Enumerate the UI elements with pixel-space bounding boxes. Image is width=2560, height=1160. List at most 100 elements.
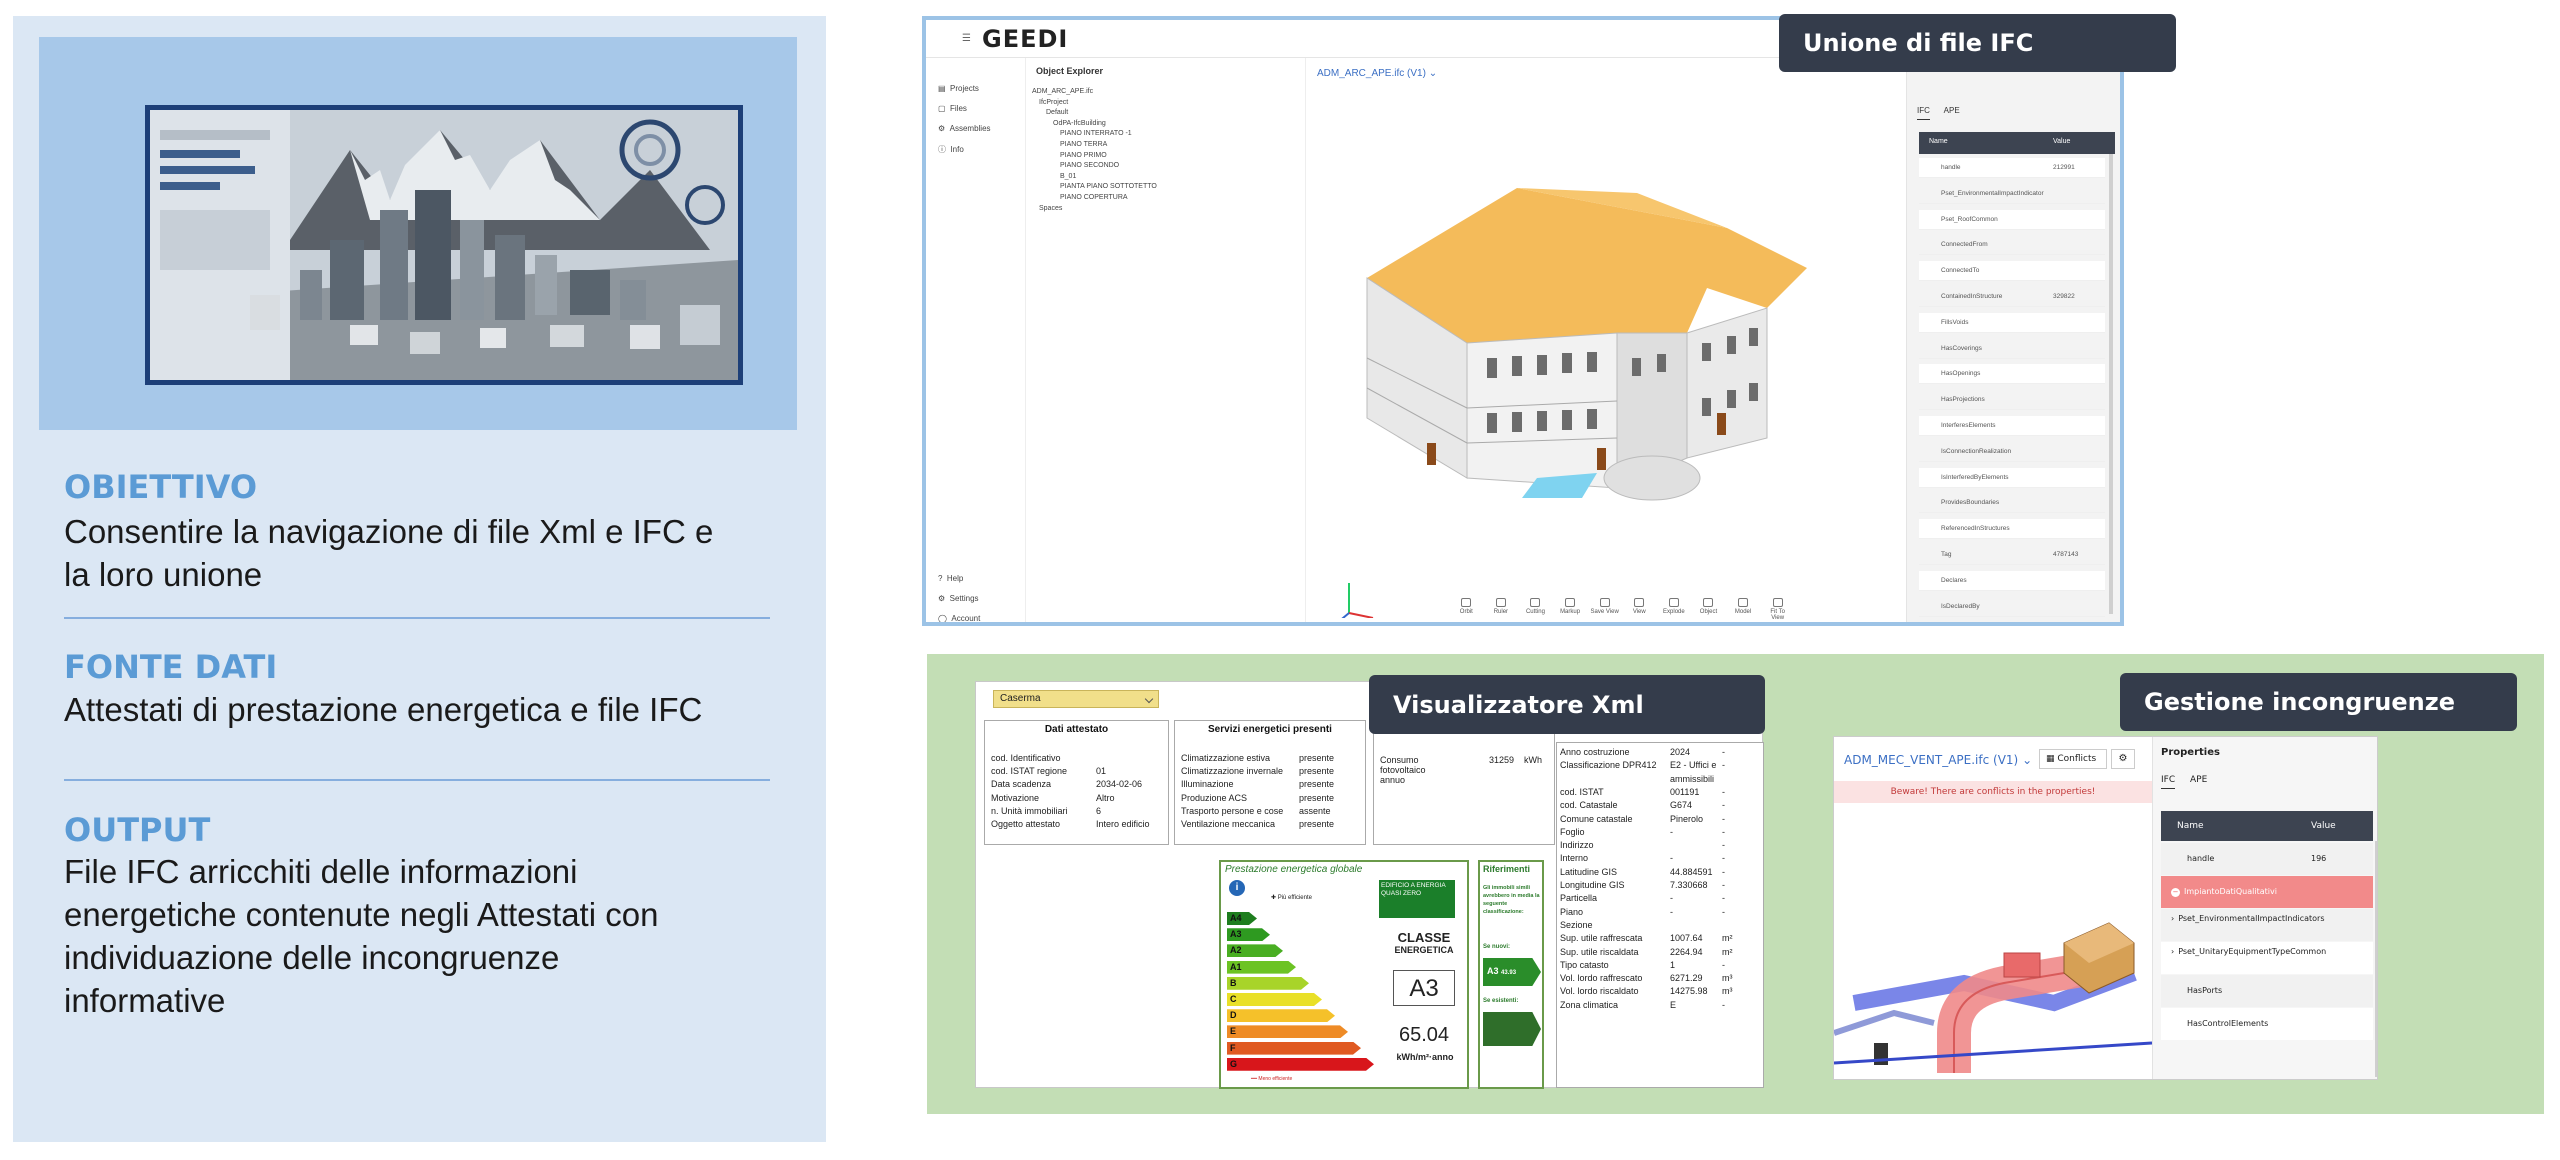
kv-key: Vol. lordo riscaldato [1560, 986, 1639, 997]
tree-item[interactable]: PIANO INTERRATO -1 [1060, 130, 1132, 137]
kv-unit: - [1722, 840, 1725, 851]
tree-item[interactable]: PIANO COPERTURA [1060, 194, 1128, 201]
hero-image-frame [145, 105, 743, 385]
gear-icon[interactable]: ⚙ [2111, 749, 2135, 769]
piu-efficiente-label: ✚ Più efficiente [1271, 895, 1312, 901]
prop-name: ContainedInStructure [1941, 293, 2003, 300]
tab-ifc[interactable]: IFC [1917, 106, 1930, 120]
tab-ifc[interactable]: IFC [2161, 775, 2176, 789]
toolbar-label: View [1632, 609, 1646, 615]
kv-key: Produzione ACS [1181, 792, 1248, 803]
nav-account[interactable]: ◯ Account [938, 614, 980, 622]
kv-value: 1007.64 [1670, 933, 1703, 944]
3d-viewer[interactable]: ADM_ARC_APE.ifc (V1) ⌄ Orbit Ruler Cutti… [1307, 58, 1905, 622]
nav-label: Info [950, 145, 964, 154]
tree-item[interactable]: PIANTA PIANO SOTTOTETTO [1060, 183, 1157, 190]
table-row[interactable]: ContainedInStructure 329822 [1919, 287, 2105, 307]
kv-value: Altro [1096, 792, 1115, 803]
table-row[interactable]: IsConnectionRealization [1919, 441, 2105, 462]
scrollbar[interactable] [2375, 841, 2377, 1077]
table-row[interactable]: Tag 4787143 [1919, 545, 2105, 565]
kv-unit: m³ [1722, 986, 1733, 997]
kv-value: 6 [1096, 805, 1102, 816]
kv-key: Latitudine GIS [1560, 866, 1618, 877]
nav-help[interactable]: ? Help [938, 574, 963, 583]
table-row[interactable]: HasOpenings [1919, 364, 2105, 385]
nzeb-badge: EDIFICIO A ENERGIA QUASI ZERO [1379, 880, 1455, 918]
table-row[interactable]: ConnectedTo [1919, 261, 2105, 282]
tree-item[interactable]: Default [1046, 109, 1068, 116]
toolbar-label: Orbit [1459, 609, 1473, 615]
table-row[interactable]: HasPorts [2161, 975, 2373, 1007]
kv-unit: - [1722, 959, 1725, 970]
table-row[interactable]: Pset_RoofCommon [1919, 209, 2105, 230]
servizi-box: Servizi energetici presenti Climatizzazi… [1174, 720, 1366, 845]
table-row[interactable]: IsInterferedByElements [1919, 467, 2105, 488]
prop-name: IsInterferedByElements [1941, 473, 2009, 481]
prop-name: HasOpenings [1941, 370, 1981, 378]
nav-info[interactable]: ⓘ Info [938, 144, 964, 155]
scrollbar[interactable] [2109, 154, 2113, 614]
table-row[interactable]: ProvidesBoundaries [1919, 493, 2105, 514]
tree-item[interactable]: ADM_ARC_APE.ifc [1032, 88, 1093, 95]
toolbar-button[interactable]: Save View [1590, 598, 1619, 620]
tab-ape[interactable]: APE [1944, 106, 1960, 115]
toolbar-button[interactable]: Fit To View [1763, 598, 1792, 621]
kv-value: assente [1299, 805, 1331, 816]
table-row[interactable]: handle 196 [2161, 843, 2373, 875]
table-row[interactable]: › Pset_UnitaryEquipmentTypeCommon [2161, 942, 2373, 974]
tree-item[interactable]: PIANO SECONDO [1060, 162, 1119, 169]
table-row[interactable]: IsDeclaredBy [1919, 596, 2105, 617]
nav-settings[interactable]: ⚙ Settings [938, 594, 979, 603]
kv-value: presente [1299, 792, 1335, 803]
building-selector[interactable]: Caserma [993, 690, 1159, 708]
toolbar-button[interactable]: View [1625, 598, 1654, 620]
toolbar-button[interactable]: Explode [1660, 598, 1689, 620]
table-row[interactable]: InterferesElements [1919, 416, 2105, 436]
app-logo: GEEDI [982, 25, 1069, 53]
table-row[interactable]: ConnectedFrom [1919, 235, 2105, 256]
toolbar-button[interactable]: Object [1694, 598, 1723, 620]
table-row[interactable]: − ImpiantoDatiQualitativi [2161, 876, 2373, 908]
menu-icon[interactable]: ☰ [962, 33, 971, 44]
fotovoltaico-box: Consumo fotovoltaico annuo 31259 kWh [1373, 720, 1555, 845]
kv-value: 6271.29 [1670, 973, 1703, 984]
table-row[interactable]: HasProjections [1919, 390, 2105, 411]
energy-class-bar: A2 [1227, 944, 1283, 957]
table-row[interactable]: FillsVoids [1919, 312, 2105, 333]
tree-item[interactable]: PIANO TERRA [1060, 141, 1107, 148]
kv-key: cod. ISTAT regione [991, 766, 1068, 777]
table-row[interactable]: Declares [1919, 570, 2105, 591]
kv-value: Pinerolo [1670, 813, 1704, 824]
toolbar-button[interactable]: Cutting [1521, 598, 1550, 620]
info-icon[interactable]: i [1229, 880, 1245, 896]
nav-projects[interactable]: ▤ Projects [938, 84, 979, 93]
table-row[interactable]: HasControlElements [2161, 1008, 2373, 1040]
toolbar-button[interactable]: Markup [1556, 598, 1585, 620]
table-row[interactable]: ReferencedInStructures [1919, 519, 2105, 540]
tree-item[interactable]: OdPA-IfcBuilding [1053, 120, 1106, 127]
nav-files[interactable]: ▢ Files [938, 104, 967, 113]
table-row[interactable]: Pset_EnvironmentalImpactIndicator [1919, 183, 2105, 204]
prop-name: Declares [1941, 576, 1967, 584]
energy-class-bar: C [1227, 993, 1322, 1006]
kv-value: 2024 [1670, 747, 1691, 757]
nav-assemblies[interactable]: ⚙ Assemblies [938, 124, 991, 133]
kv-value: 2264.94 [1670, 946, 1703, 957]
tab-ape[interactable]: APE [2190, 775, 2207, 785]
toolbar-button[interactable]: Orbit [1452, 598, 1481, 620]
tree-item[interactable]: PIANO PRIMO [1060, 152, 1107, 159]
table-row[interactable]: › Pset_EnvironmentalImpactIndicators [2161, 909, 2373, 941]
tree-item[interactable]: Spaces [1039, 205, 1062, 212]
conflicts-file-selector[interactable]: ADM_MEC_VENT_APE.ifc (V1) ⌄ [1844, 753, 2032, 767]
classe-line: ENERGETICA [1394, 945, 1454, 955]
toolbar-button[interactable]: Model [1729, 598, 1758, 620]
tree-item[interactable]: IfcProject [1039, 99, 1068, 106]
table-row[interactable]: HasCoverings [1919, 338, 2105, 359]
conflicts-button[interactable]: ▦ Conflicts [2039, 749, 2107, 769]
tree-item[interactable]: B_01 [1060, 173, 1076, 180]
table-row[interactable]: handle 212991 [1919, 158, 2105, 178]
properties-panel: IFC APE Name Value handle 212991 Pset_Envi… [1906, 58, 2120, 622]
toolbar-button[interactable]: Ruler [1487, 598, 1516, 620]
prop-name: − ImpiantoDatiQualitativi [2171, 887, 2321, 897]
